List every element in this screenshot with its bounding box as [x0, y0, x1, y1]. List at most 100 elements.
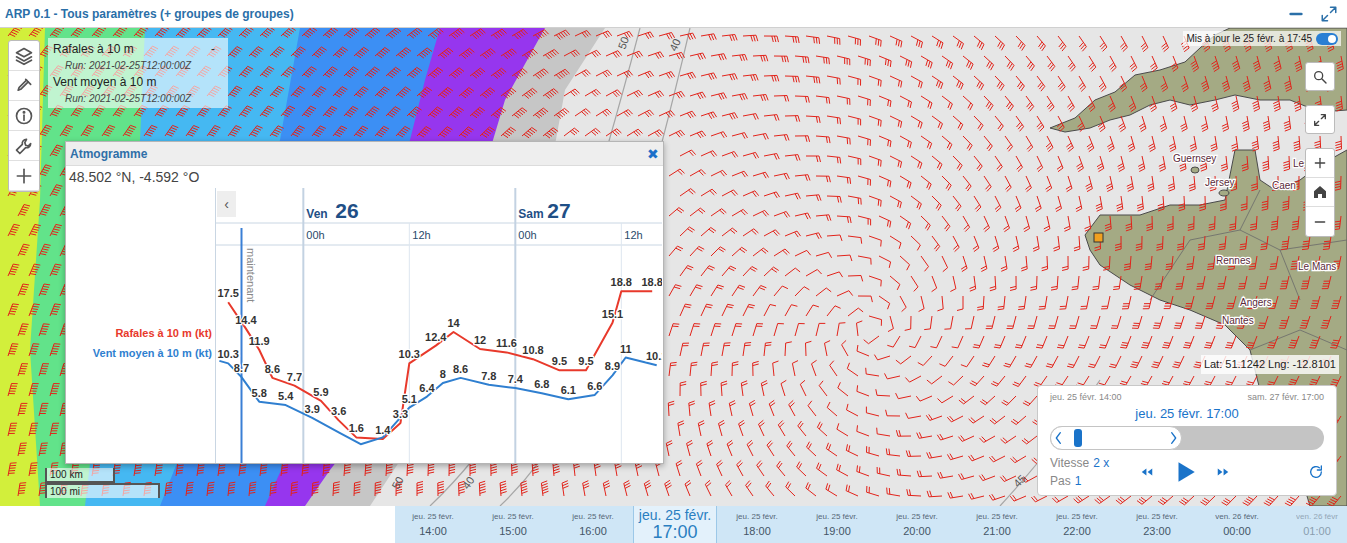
time-slider[interactable] [1050, 426, 1324, 450]
wind-barb [459, 127, 474, 137]
wind-barb [596, 31, 612, 38]
wind-barb [932, 36, 943, 49]
wind-barb [1331, 296, 1341, 309]
wind-barb [239, 462, 247, 476]
timeline-tick[interactable]: jeu. 25 févr.21:00 [957, 506, 1037, 543]
wind-barb [869, 156, 881, 167]
place-label: Nantes [1222, 315, 1254, 326]
wind-barb [953, 156, 962, 171]
timeline-tick[interactable]: jeu. 25 févr.22:00 [1037, 506, 1117, 543]
timeline-strip[interactable]: jeu. 25 févr.14:00jeu. 25 févr.15:00jeu.… [395, 506, 1347, 543]
info-button[interactable] [9, 101, 39, 131]
tick-time: 15:00 [499, 524, 527, 538]
wind-barb [1251, 176, 1257, 191]
layers-button[interactable] [9, 41, 39, 71]
collapse-button[interactable]: - [211, 40, 223, 58]
wind-barb [1130, 356, 1142, 368]
minimize-button[interactable] [1288, 6, 1304, 22]
pipette-button[interactable] [9, 71, 39, 101]
place-label: Rennes [1216, 255, 1250, 266]
timeline-tick[interactable]: jeu. 25 févr.16:00 [553, 506, 633, 543]
wind-barb [1127, 176, 1134, 191]
timeline-tick[interactable]: jeu. 25 févr.14:00 [395, 506, 473, 543]
wind-barb [858, 176, 871, 186]
wind-barb [848, 156, 861, 165]
wind-barb [717, 460, 723, 476]
wind-barb [102, 125, 115, 136]
timeline-tick[interactable]: jeu. 25 févr.19:00 [797, 506, 877, 543]
speed-setting[interactable]: Vitesse2 x [1050, 454, 1140, 472]
legend-item[interactable]: Rafales à 10 m (kt) [115, 326, 212, 340]
wind-barb [1101, 296, 1110, 309]
timeline: jeu. 25 févr.14:00jeu. 25 févr.15:00jeu.… [0, 506, 1347, 543]
wind-barb [774, 96, 789, 102]
timeline-tick[interactable]: jeu. 25 févr.17:00 [633, 506, 717, 543]
wind-barb [842, 340, 848, 356]
england-coast [1050, 28, 1347, 132]
wind-barb [1139, 116, 1146, 132]
wind-barb [995, 76, 1004, 91]
fullscreen-button[interactable] [1305, 105, 1335, 134]
wind-barb [869, 236, 881, 247]
search-button[interactable] [1305, 62, 1335, 91]
slider-handle[interactable] [1074, 429, 1082, 447]
wind-barb [890, 156, 902, 168]
wind-barb [1039, 296, 1047, 309]
wind-barb [959, 396, 974, 404]
wind-barb [522, 49, 538, 59]
wind-barb [1096, 196, 1103, 211]
isobar-label: 50 [389, 474, 406, 491]
timeline-tick[interactable]: jeu. 25 févr.23:00 [1117, 506, 1197, 543]
popup-header[interactable]: Atmogramme✖ [66, 142, 663, 166]
wind-barb [757, 461, 764, 476]
search-icon [1312, 69, 1328, 85]
wind-barb [1033, 236, 1039, 251]
expand-button[interactable] [1320, 5, 1338, 23]
back-button[interactable]: ‹ [217, 191, 236, 217]
wind-barb [785, 193, 800, 199]
timeline-tick[interactable]: ven. 26 févr01:00 [1277, 506, 1347, 543]
zoom-out-button[interactable] [1306, 207, 1334, 236]
play-button[interactable] [1172, 459, 1198, 485]
timeline-tick[interactable]: jeu. 25 févr.15:00 [473, 506, 553, 543]
wind-barb [228, 86, 242, 97]
step-setting[interactable]: Pas1 [1050, 472, 1140, 490]
add-button[interactable] [9, 161, 39, 191]
wind-barb [644, 480, 651, 496]
wind-barb [995, 156, 1002, 171]
wind-barb [512, 69, 527, 79]
wind-barb [1013, 236, 1019, 252]
timeline-tick[interactable]: jeu. 25 févr.18:00 [717, 506, 797, 543]
wind-barb [900, 56, 912, 68]
zoom-in-button[interactable] [1306, 149, 1334, 178]
wind-barb [921, 256, 929, 271]
legend-item[interactable]: Vent moyen à 10 m (kt) [93, 346, 212, 360]
wind-barb [887, 488, 900, 496]
layer-row[interactable]: Vent moyen à 10 m [53, 73, 223, 91]
wind-barb [759, 420, 765, 436]
wind-barb [974, 36, 984, 50]
refresh-button[interactable] [1308, 464, 1324, 480]
slider-window[interactable] [1050, 426, 1182, 450]
wind-barb [743, 152, 759, 158]
timeline-tick[interactable]: ven. 26 févr.00:00 [1197, 506, 1277, 543]
wind-barb [732, 55, 747, 61]
wind-barb [1051, 276, 1058, 290]
map[interactable]: GuernseyJerseyLeCaenRennesLe MansAngersN… [0, 28, 1347, 506]
wind-barb [816, 176, 830, 182]
layer-row[interactable]: Rafales à 10 m- [53, 40, 223, 58]
close-button[interactable]: ✖ [647, 147, 659, 161]
location-marker[interactable] [1094, 233, 1103, 242]
forward-button[interactable] [1216, 465, 1230, 479]
wind-barb [323, 67, 338, 78]
timeline-tick[interactable]: jeu. 25 févr.20:00 [877, 506, 957, 543]
wind-barb [887, 336, 900, 347]
value-label: 5.8 [252, 387, 267, 399]
home-button[interactable] [1306, 178, 1334, 207]
wind-barb [761, 381, 767, 396]
auto-update-toggle[interactable] [1316, 33, 1338, 45]
tools-button[interactable] [9, 131, 39, 161]
wind-barb [866, 368, 879, 376]
wind-barb [785, 231, 801, 237]
rewind-button[interactable] [1140, 465, 1154, 479]
